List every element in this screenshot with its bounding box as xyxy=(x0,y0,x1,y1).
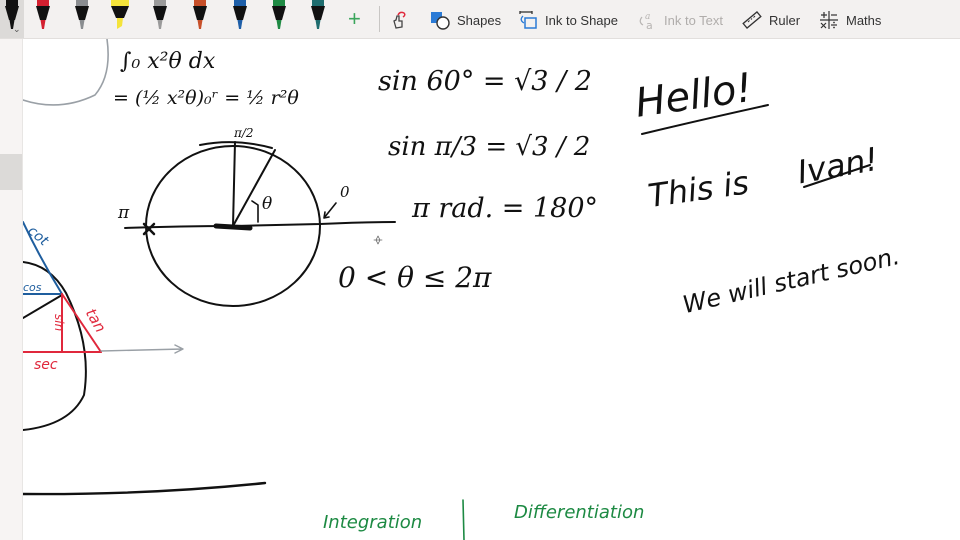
sin-label: sin xyxy=(52,314,66,331)
galaxy-pen-icon[interactable] xyxy=(148,0,172,34)
green-divider xyxy=(462,499,465,540)
hello-text: Hello! xyxy=(632,65,755,127)
ink-canvas[interactable]: ∫₀ x²θ dx = (½ x²θ)₀ʳ = ½ r²θ π/2 π 0 θ … xyxy=(23,39,960,540)
start-soon-text: We will start soon. xyxy=(680,242,902,319)
draw-toolbar: ⌄ + Shapes Ink to Shape aa Ink to Text R… xyxy=(0,0,960,39)
gray-pen-icon[interactable] xyxy=(70,0,94,34)
blue-pen-icon[interactable] xyxy=(228,0,252,34)
ink-to-text-label: Ink to Text xyxy=(664,12,724,28)
separator-line xyxy=(23,481,267,496)
pi-label: π xyxy=(117,203,130,223)
x-axis-arrow xyxy=(100,344,184,354)
maths-icon xyxy=(819,10,839,30)
ruler-button[interactable]: Ruler xyxy=(742,9,800,31)
shapes-button[interactable]: Shapes xyxy=(430,9,501,31)
shapes-icon xyxy=(430,10,450,30)
page-list-pane[interactable] xyxy=(0,39,23,540)
maths-label: Maths xyxy=(846,12,882,28)
cot-label: cot xyxy=(24,223,51,250)
lasso-hand-icon xyxy=(388,10,408,30)
sin-pi-over-3-equation: sin π/3 = √3 / 2 xyxy=(388,132,590,162)
sparkle-cursor-icon xyxy=(373,235,383,245)
theta-range-equation: 0 < θ ≤ 2π xyxy=(338,261,492,294)
integral-result: = (½ x²θ)₀ʳ = ½ r²θ xyxy=(113,87,299,109)
svg-text:a: a xyxy=(646,19,653,30)
ink-to-shape-label: Ink to Shape xyxy=(545,12,618,28)
pi-over-2-label: π/2 xyxy=(233,126,254,140)
integration-label: Integration xyxy=(323,512,422,533)
theta-arc xyxy=(251,200,259,223)
integral-fragment: ∫₀ x²θ dx xyxy=(120,49,216,74)
shapes-label: Shapes xyxy=(457,12,502,28)
sec-label: sec xyxy=(34,357,58,373)
ivan-text: Ivan! xyxy=(795,140,881,192)
theta-radius xyxy=(232,149,276,227)
ruler-icon xyxy=(742,10,762,30)
add-pen-button[interactable]: + xyxy=(348,8,361,30)
this-is-text: This is xyxy=(646,163,751,215)
zero-arrow xyxy=(323,202,337,219)
ink-to-shape-button[interactable]: Ink to Shape xyxy=(518,9,618,31)
center-mark xyxy=(213,223,253,231)
horizontal-axis xyxy=(124,221,396,229)
vertical-radius xyxy=(232,141,236,227)
ruler-label: Ruler xyxy=(769,12,801,28)
pi-rad-equation: π rad. = 180° xyxy=(411,193,598,224)
differentiation-label: Differentiation xyxy=(514,502,644,523)
lasso-select-button[interactable] xyxy=(388,9,415,31)
yellow-highlighter-icon[interactable] xyxy=(108,0,132,34)
ink-to-text-button[interactable]: aa Ink to Text xyxy=(637,9,724,32)
chevron-down-icon[interactable]: ⌄ xyxy=(13,24,21,35)
gray-circle-stroke xyxy=(23,39,109,106)
ink-to-text-icon: aa xyxy=(637,10,657,32)
teal-glitter-pen-icon[interactable] xyxy=(306,0,330,34)
green-pen-icon[interactable] xyxy=(267,0,291,34)
rainbow-pen-icon[interactable] xyxy=(188,0,212,34)
cos-label: cos xyxy=(23,281,42,294)
theta-label: θ xyxy=(262,194,272,214)
sin-60-equation: sin 60° = √3 / 2 xyxy=(378,66,592,97)
zero-label: 0 xyxy=(340,183,350,201)
toolbar-divider xyxy=(379,6,380,32)
ink-to-shape-icon xyxy=(518,10,538,30)
maths-button[interactable]: Maths xyxy=(819,9,881,31)
selected-page-item[interactable] xyxy=(0,154,22,190)
red-pen-icon[interactable] xyxy=(31,0,55,34)
